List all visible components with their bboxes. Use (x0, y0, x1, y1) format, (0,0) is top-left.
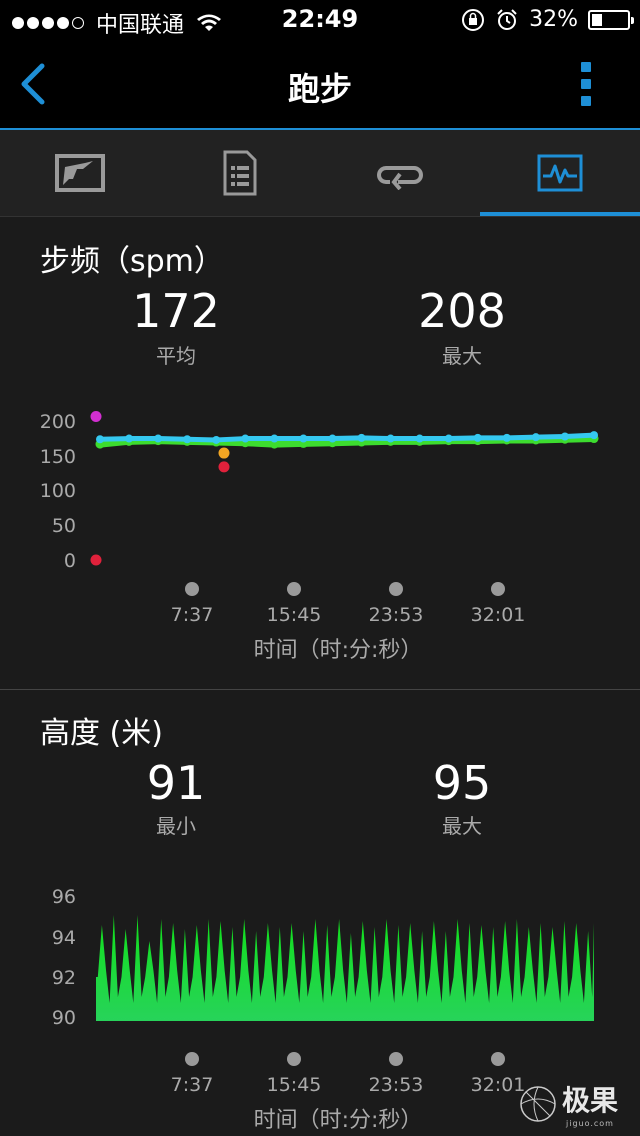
cadence-avg-value: 172 (132, 284, 220, 338)
cadence-point (241, 434, 250, 443)
x-axis-marker (491, 1052, 505, 1066)
cadence-point (299, 434, 308, 443)
cadence-point (96, 435, 104, 444)
altitude-xtick: 23:53 (368, 1074, 424, 1096)
tab-summary[interactable] (160, 130, 320, 216)
altitude-title: 高度 (米) (40, 716, 163, 751)
cadence-point (270, 434, 279, 443)
summary-list-icon (223, 150, 257, 196)
cadence-point (328, 434, 337, 443)
watermark-sub: jiguo.com (566, 1119, 614, 1128)
x-axis-marker (185, 582, 199, 596)
altitude-xtick: 15:45 (266, 1074, 322, 1096)
altitude-max-label: 最大 (442, 814, 482, 838)
navigation-bar: 跑步 (0, 40, 640, 130)
alarm-icon (497, 8, 517, 30)
cadence-x-axis-title: 时间（时:分:秒） (253, 638, 423, 663)
cadence-series-line (97, 432, 597, 443)
rotation-lock-icon (462, 8, 485, 31)
x-axis-marker (185, 1052, 199, 1066)
cadence-point (531, 433, 540, 442)
altitude-max-value: 95 (432, 756, 492, 810)
cadence-point (502, 433, 511, 442)
cadence-max-value: 208 (418, 284, 506, 338)
cadence-max-label: 最大 (442, 344, 482, 368)
x-axis-marker (287, 582, 301, 596)
cadence-xtick: 23:53 (368, 604, 424, 626)
x-axis-marker (389, 582, 403, 596)
x-axis-marker (389, 1052, 403, 1066)
cadence-outlier-point (218, 447, 230, 459)
altitude-xtick: 7:37 (170, 1074, 214, 1096)
tab-charts[interactable] (480, 130, 640, 216)
x-axis-marker (491, 582, 505, 596)
altitude-section: 高度 (米) 91 最小 95 最大 96 94 92 90 7:37 15:4… (0, 690, 640, 1136)
battery-percent: 32% (529, 7, 578, 32)
tab-laps[interactable] (320, 130, 480, 216)
cadence-point (154, 434, 163, 443)
cadence-point (444, 434, 453, 443)
watermark-logo: 极果 jiguo.com (518, 1079, 618, 1128)
more-vertical-icon[interactable] (580, 62, 592, 106)
cadence-title: 步频（spm） (40, 244, 224, 279)
charts-waveform-icon (537, 154, 583, 192)
cadence-chart (90, 410, 599, 566)
map-route-icon (55, 154, 105, 192)
cadence-outlier-point (90, 554, 102, 566)
cadence-point (473, 433, 482, 442)
cadence-outlier-point (90, 410, 102, 422)
cadence-point (357, 433, 366, 442)
cadence-xtick: 7:37 (170, 604, 214, 626)
cadence-point (183, 435, 192, 444)
cadence-avg-label: 平均 (156, 344, 196, 368)
cadence-outlier-point (218, 461, 230, 473)
altitude-min-label: 最小 (156, 814, 196, 838)
cadence-point (590, 431, 598, 440)
cadence-xtick: 15:45 (266, 604, 322, 626)
cadence-xtick: 32:01 (470, 604, 526, 626)
x-axis-marker (287, 1052, 301, 1066)
status-right: 32% (461, 7, 634, 32)
cadence-section: 步频（spm） 172 平均 208 最大 200 150 100 50 0 7… (0, 218, 640, 688)
tab-bar (0, 130, 640, 217)
watermark-ball-icon (520, 1085, 556, 1122)
cadence-point (560, 432, 569, 441)
altitude-min-value: 91 (146, 756, 206, 810)
altitude-area (96, 915, 594, 1021)
status-bar: 中国联通 22:49 32% (0, 0, 640, 40)
laps-loop-icon (377, 166, 423, 190)
cadence-point (212, 435, 221, 444)
page-title: 跑步 (287, 70, 352, 108)
cadence-point (125, 434, 134, 443)
cadence-point (386, 434, 395, 443)
tab-map[interactable] (0, 130, 160, 216)
altitude-chart (96, 915, 594, 1021)
battery-icon (588, 9, 634, 30)
cadence-point (415, 434, 424, 443)
watermark-text: 极果 (561, 1084, 618, 1117)
